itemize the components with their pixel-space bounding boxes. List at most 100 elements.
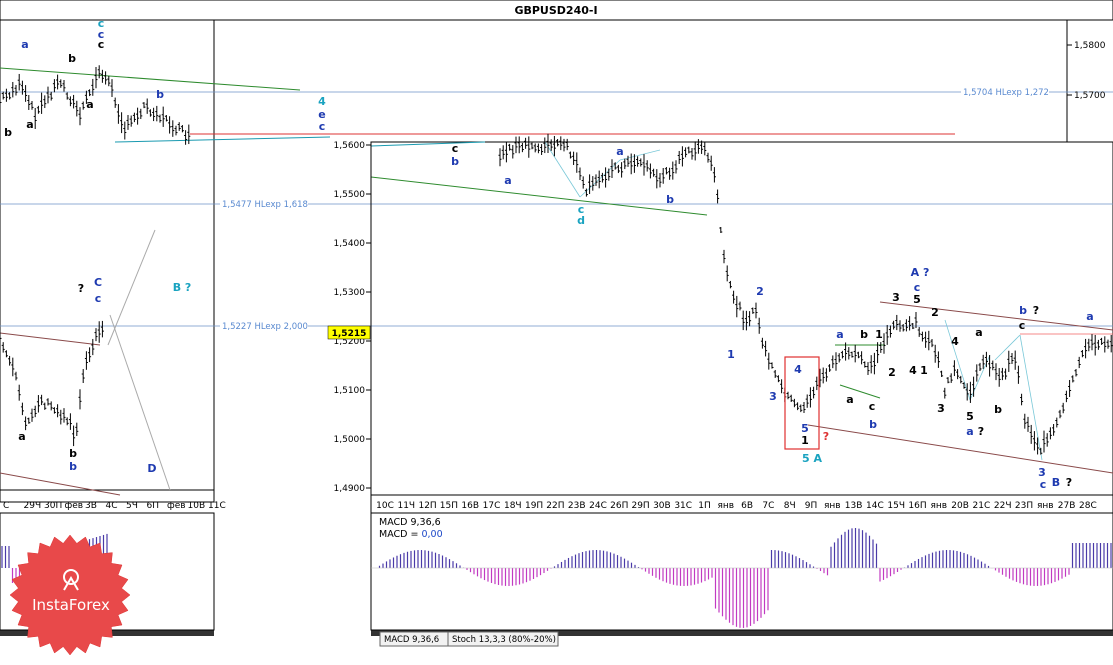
wave-label: b: [69, 460, 77, 473]
chart-title: GBPUSD240-I: [514, 4, 597, 17]
wave-label: 2: [931, 306, 939, 319]
wave-label: a: [21, 38, 28, 51]
wave-label: a: [26, 118, 33, 131]
x-tick-label: 14С: [866, 501, 884, 511]
left-x-tick-label: 11С: [208, 501, 226, 511]
y-tick-label: 1,5400: [334, 239, 366, 249]
x-tick-label: 16В: [461, 501, 479, 511]
x-tick-label: 13В: [845, 501, 863, 511]
y-tick-label: 1,5300: [334, 288, 366, 298]
x-tick-label: 16П: [908, 501, 926, 511]
wave-label: ?: [1033, 304, 1039, 317]
macd-title: MACD 9,36,6: [379, 517, 441, 528]
wave-label: a: [966, 425, 973, 438]
wave-label: b: [860, 328, 868, 341]
left-x-tick-label: С: [3, 501, 9, 511]
x-tick-label: 17С: [483, 501, 501, 511]
wave-label: c: [869, 400, 876, 413]
x-tick-label: 1П: [698, 501, 711, 511]
x-tick-label: 26П: [610, 501, 628, 511]
left-x-tick-label: 5Ч: [126, 501, 138, 511]
wave-label: B: [1052, 476, 1060, 489]
x-tick-label: 23П: [1015, 501, 1033, 511]
wave-label: c: [1019, 319, 1026, 332]
wave-label: c: [98, 38, 105, 51]
wave-label: a: [616, 145, 623, 158]
wave-label: b: [869, 418, 877, 431]
wave-label: ?: [823, 430, 829, 443]
macd-value-label: MACD = 0,00: [379, 529, 443, 540]
x-tick-label: 27В: [1058, 501, 1076, 511]
wave-label: b: [68, 52, 76, 65]
wave-label: d: [577, 214, 585, 227]
x-tick-label: янв: [1037, 501, 1054, 511]
x-tick-label: 10С: [376, 501, 394, 511]
wave-label: b: [451, 155, 459, 168]
x-tick-label: 15Ч: [887, 501, 905, 511]
wave-label: a: [836, 328, 843, 341]
wave-label: 1: [920, 364, 928, 377]
y-tick-label: 1,5000: [334, 435, 366, 445]
x-tick-label: 29П: [631, 501, 649, 511]
wave-label: a: [846, 393, 853, 406]
hlexp-level-label: 1,5704 HLexp 1,272: [963, 88, 1049, 98]
wave-label: 3: [892, 291, 900, 304]
x-tick-label: 24С: [589, 501, 607, 511]
x-tick-label: 11Ч: [397, 501, 415, 511]
wave-label: 1: [875, 328, 883, 341]
wave-label: 5 A: [802, 452, 822, 465]
left-x-tick-label: фев: [167, 501, 186, 511]
wave-label: a: [86, 98, 93, 111]
wave-label: b: [156, 88, 164, 101]
left-x-tick-label: фев: [65, 501, 84, 511]
x-tick-label: 20В: [951, 501, 969, 511]
x-tick-label: 8Ч: [784, 501, 796, 511]
wave-label: c: [1040, 478, 1047, 491]
y-tick-label: 1,4900: [334, 484, 366, 494]
x-tick-label: 21С: [973, 501, 991, 511]
wave-label: 4: [318, 95, 326, 108]
wave-label: 5: [966, 410, 974, 423]
wave-label: D: [147, 462, 156, 475]
y-tick-label: 1,5100: [334, 386, 366, 396]
wave-label: b: [666, 193, 674, 206]
wave-label: a: [1086, 310, 1093, 323]
left-x-tick-label: 4С: [106, 501, 118, 511]
x-tick-label: янв: [930, 501, 947, 511]
top-y-tick-label: 1,5700: [1074, 91, 1106, 101]
left-x-tick-label: 30П: [44, 501, 62, 511]
x-tick-label: 19П: [525, 501, 543, 511]
wave-label: c: [95, 292, 102, 305]
wave-label: a: [504, 174, 511, 187]
wave-label: b: [994, 403, 1002, 416]
x-tick-label: 12П: [418, 501, 436, 511]
tab-stoch-label: Stoch 13,3,3 (80%-20%): [452, 635, 556, 645]
wave-label: 1: [801, 434, 809, 447]
wave-label: A ?: [911, 266, 930, 279]
wave-label: 5: [913, 293, 921, 306]
wave-label: ?: [78, 282, 84, 295]
left-x-tick-label: 6П: [147, 501, 160, 511]
wave-label: c: [319, 120, 326, 133]
x-tick-label: 9П: [805, 501, 818, 511]
x-tick-label: янв: [717, 501, 734, 511]
wave-label: c: [452, 142, 459, 155]
wave-label: ?: [978, 425, 984, 438]
x-tick-label: 30В: [653, 501, 671, 511]
wave-label: 2: [756, 285, 764, 298]
x-tick-label: 31С: [674, 501, 692, 511]
chart-window: GBPUSD240-I 1,5704 HLexp 1,272 1,5477 HLe…: [0, 0, 1113, 661]
y-tick-label: 1,5500: [334, 190, 366, 200]
wave-label: 3: [769, 390, 777, 403]
x-tick-label: 22Ч: [994, 501, 1012, 511]
hlexp-level-label: 1,5227 HLexp 2,000: [222, 322, 308, 332]
price-chart-svg[interactable]: GBPUSD240-I 1,5704 HLexp 1,272 1,5477 HLe…: [0, 0, 1113, 661]
wave-label: 2: [888, 366, 896, 379]
x-tick-label: 6В: [741, 501, 753, 511]
wave-label: a: [18, 430, 25, 443]
wave-label: a: [975, 326, 982, 339]
top-y-tick-label: 1,5800: [1074, 41, 1106, 51]
tab-macd-label: MACD 9,36,6: [384, 635, 439, 645]
x-tick-label: 18Ч: [504, 501, 522, 511]
wave-label: B ?: [173, 281, 192, 294]
